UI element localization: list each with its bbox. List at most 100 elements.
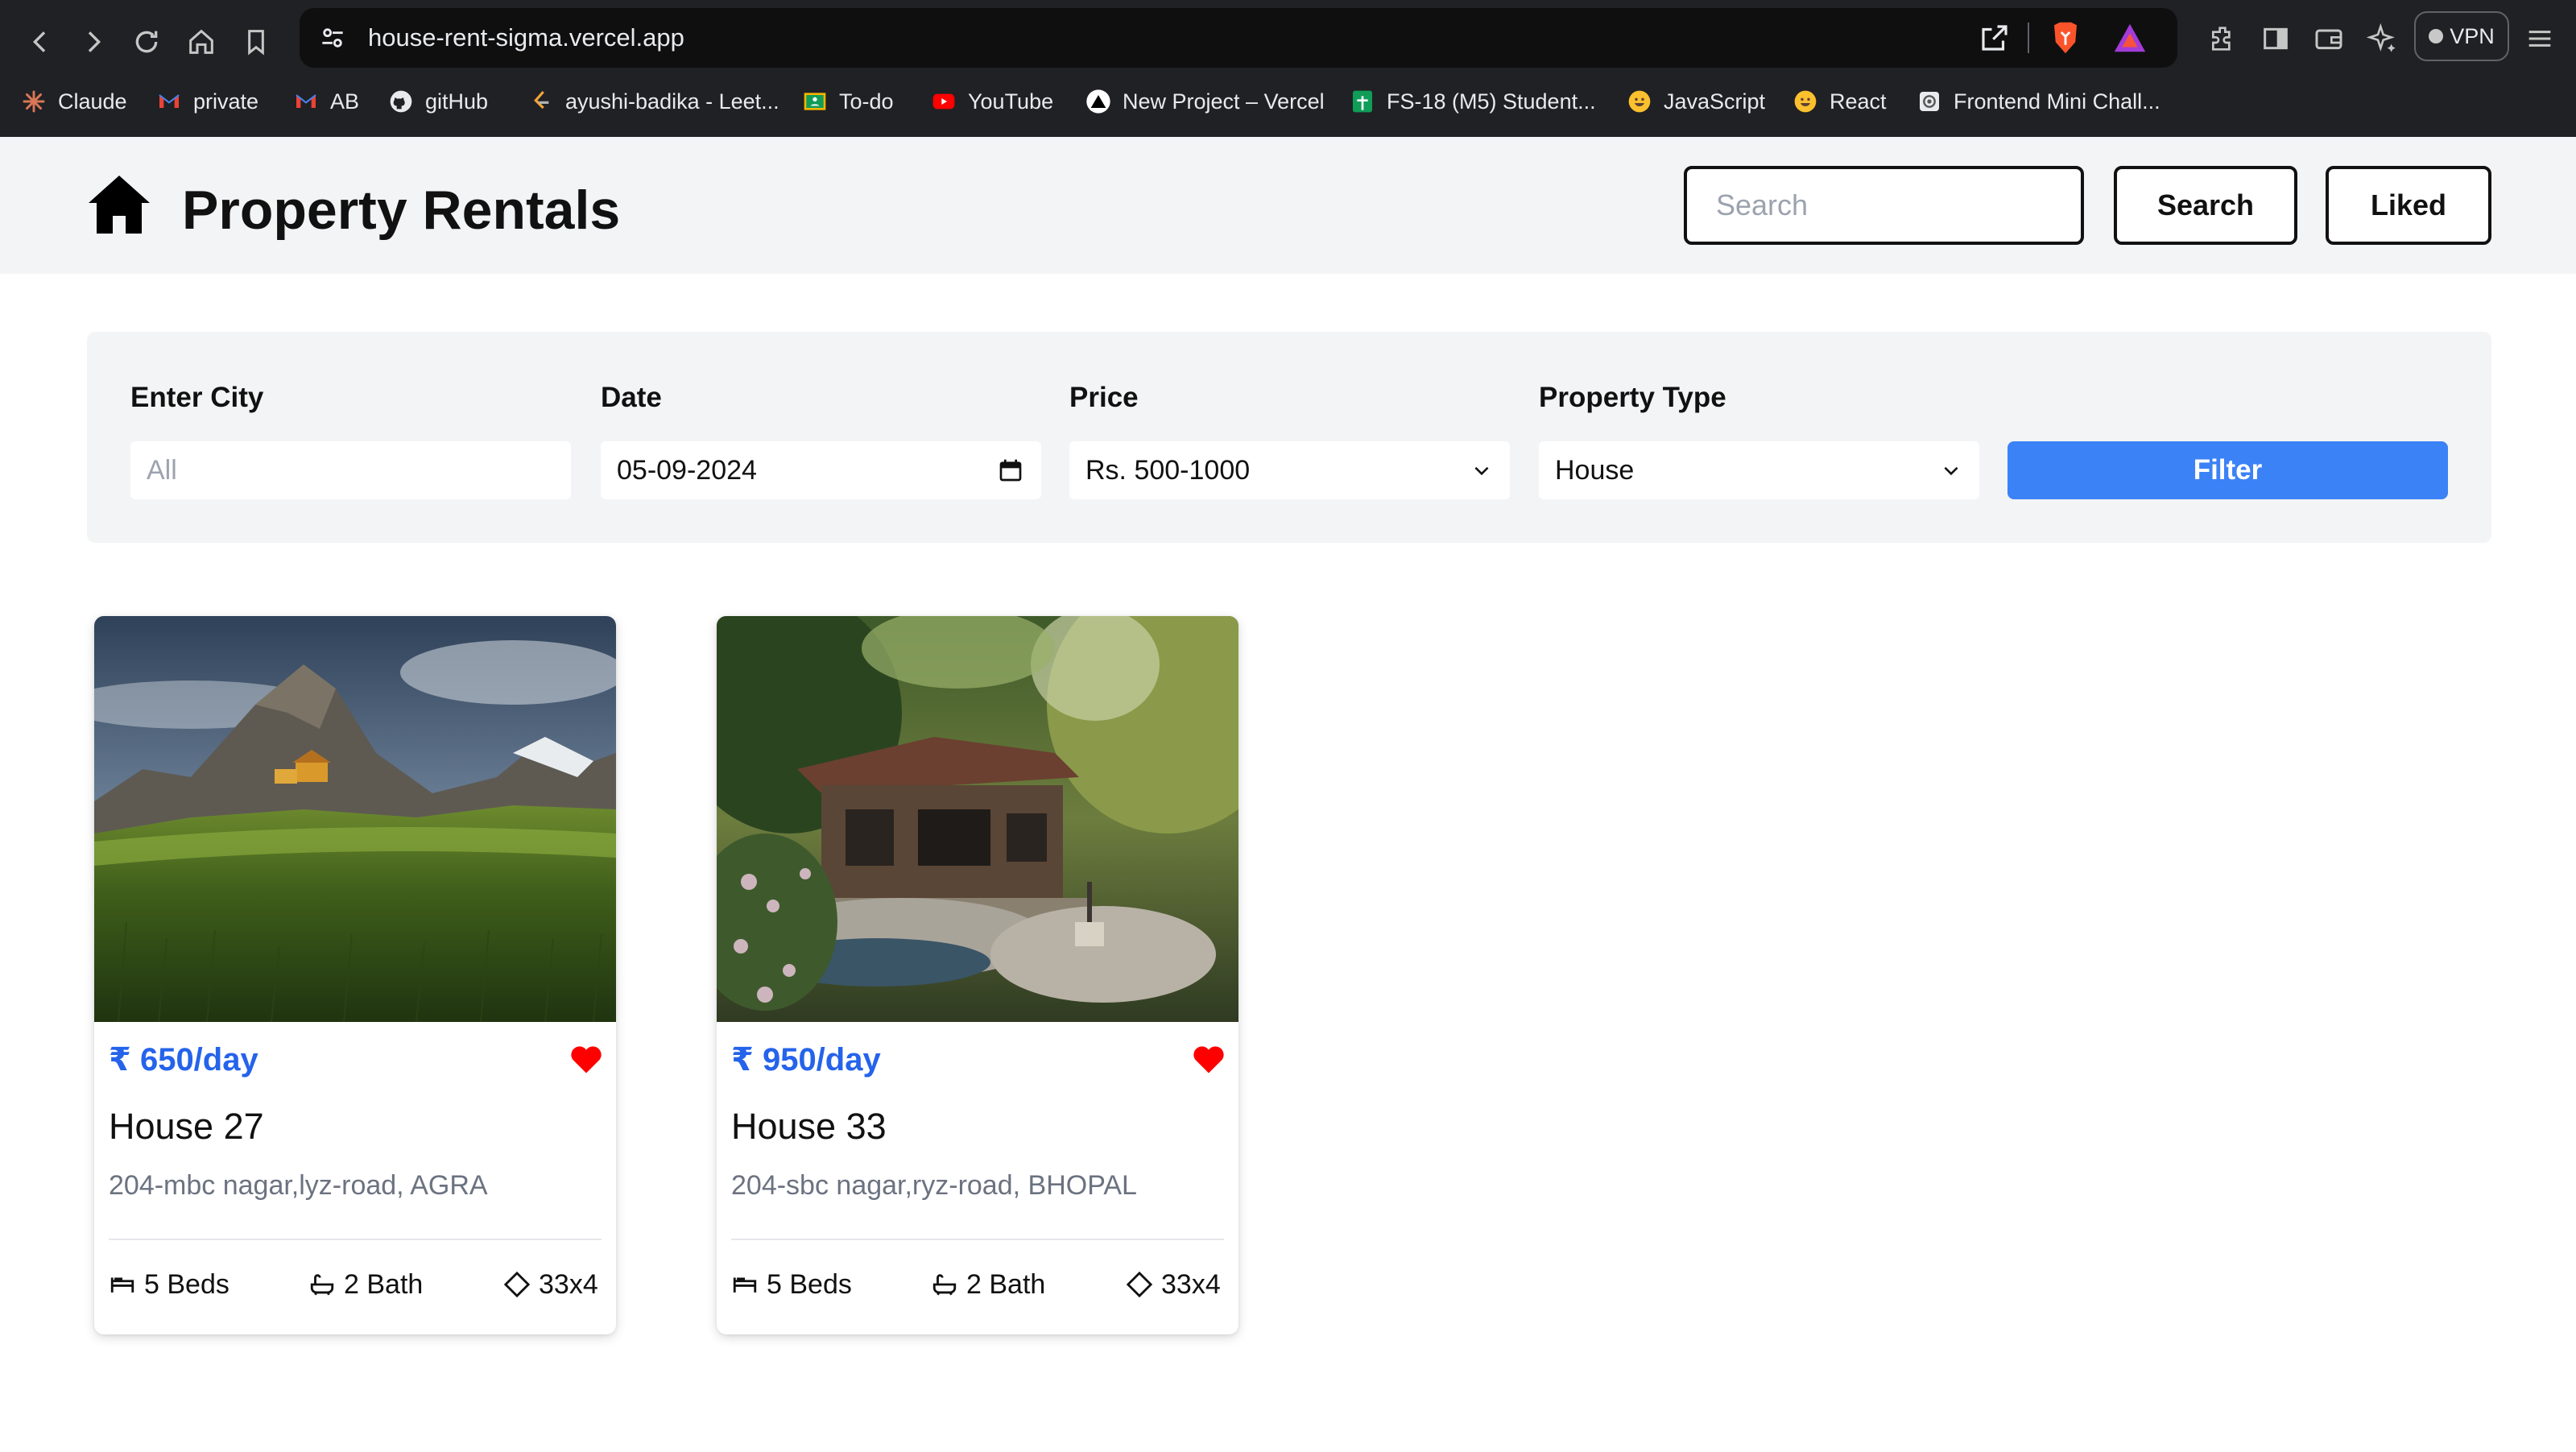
browser-chrome: house-rent-sigma.vercel.app VPN Claude p… (0, 0, 2576, 137)
filter-button[interactable]: Filter (2007, 441, 2448, 499)
property-name: House 27 (109, 1106, 264, 1147)
sheets-icon (1353, 90, 1372, 113)
gmail-icon (296, 94, 316, 108)
sidebar-button[interactable] (2253, 16, 2298, 61)
bookmark-label: Frontend Mini Chall... (1954, 89, 2160, 114)
site-settings-icon[interactable] (317, 23, 348, 53)
bookmark-claude[interactable]: Claude (21, 76, 127, 127)
bookmark-label: gitHub (425, 89, 489, 114)
bookmark-frontend-mini[interactable]: Frontend Mini Chall... (1916, 76, 2160, 127)
bath-icon (310, 1274, 334, 1296)
bookmark-ab[interactable]: AB (293, 76, 359, 127)
home-icon (89, 176, 150, 234)
brave-shield-icon[interactable] (2049, 19, 2082, 56)
home-outline-icon (189, 29, 213, 54)
city-input[interactable]: All (130, 441, 571, 499)
date-value: 05-09-2024 (617, 454, 757, 486)
youtube-icon (932, 93, 955, 110)
property-price: ₹ 950/day (731, 1042, 881, 1078)
page-icon (1920, 92, 1939, 111)
wallet-icon (2315, 29, 2342, 50)
chevron-down-icon (1944, 466, 1958, 476)
bookmark-label: AB (330, 89, 360, 114)
price-select[interactable]: Rs. 500-1000 (1069, 441, 1510, 499)
price-value: Rs. 500-1000 (1085, 454, 1251, 486)
url-divider (2028, 23, 2029, 53)
city-placeholder: All (147, 454, 177, 486)
chevron-down-icon (1474, 466, 1489, 476)
bookmark-private[interactable]: private (156, 76, 258, 127)
bookmark-vercel[interactable]: New Project – Vercel (1085, 76, 1325, 127)
bed-icon (733, 1277, 757, 1293)
home-button[interactable] (176, 16, 227, 68)
property-card[interactable]: ₹ 950/day House 33 204-sbc nagar,ryz-roa… (717, 616, 1238, 1334)
forward-button[interactable] (68, 16, 119, 68)
beds-label: 5 Beds (144, 1268, 229, 1300)
bookmark-youtube[interactable]: YouTube (931, 76, 1053, 127)
property-type-label: Property Type (1539, 382, 1726, 413)
url-text: house-rent-sigma.vercel.app (368, 23, 684, 52)
back-button[interactable] (14, 16, 66, 68)
size-info: 33x4 (1126, 1265, 1221, 1304)
emoji-icon (1794, 90, 1817, 113)
liked-button[interactable]: Liked (2326, 166, 2491, 245)
property-price: ₹ 650/day (109, 1042, 258, 1078)
page-title: Property Rentals (182, 180, 621, 241)
address-bar[interactable]: house-rent-sigma.vercel.app (300, 8, 2177, 68)
classroom-icon (804, 93, 826, 110)
reload-button[interactable] (121, 16, 172, 68)
property-name: House 33 (731, 1106, 887, 1147)
extensions-button[interactable] (2200, 16, 2245, 61)
bookmark-label: New Project – Vercel (1123, 89, 1325, 114)
calendar-icon[interactable] (998, 457, 1023, 483)
reload-icon (135, 31, 158, 53)
search-input[interactable] (1684, 166, 2084, 245)
size-info: 33x4 (503, 1265, 598, 1304)
property-address: 204-sbc nagar,ryz-road, BHOPAL (731, 1170, 1137, 1201)
bookmark-label: JavaScript (1664, 89, 1766, 114)
site-header: Property Rentals Search Liked (0, 137, 2576, 274)
bookmark-label: To-do (839, 89, 894, 114)
card-divider (109, 1239, 602, 1240)
brave-rewards-icon[interactable] (2111, 19, 2148, 56)
bookmark-label: private (193, 89, 259, 114)
property-type-select[interactable]: House (1539, 441, 1979, 499)
bookmark-todo[interactable]: To-do (802, 76, 894, 127)
bath-info: 2 Bath (931, 1265, 1045, 1304)
bookmark-leetcode[interactable]: ayushi-badika - Leet... (528, 76, 779, 127)
size-label: 33x4 (1161, 1268, 1221, 1300)
date-input[interactable]: 05-09-2024 (601, 441, 1041, 499)
search-button[interactable]: Search (2114, 166, 2297, 245)
bookmark-label: FS-18 (M5) Student... (1387, 89, 1596, 114)
menu-button[interactable] (2517, 16, 2562, 61)
heart-icon[interactable] (569, 1043, 603, 1075)
bookmark-javascript[interactable]: JavaScript (1627, 76, 1765, 127)
bookmark-icon (248, 30, 264, 56)
vpn-button[interactable]: VPN (2414, 11, 2509, 61)
leo-ai-button[interactable] (2359, 16, 2404, 61)
bath-icon (932, 1274, 957, 1296)
date-label: Date (601, 382, 662, 413)
bookmark-button[interactable] (230, 16, 282, 68)
bookmark-github[interactable]: gitHub (388, 76, 488, 127)
emoji-icon (1628, 90, 1651, 113)
puzzle-icon (2212, 27, 2231, 51)
property-image (94, 616, 616, 1022)
bookmark-fs18[interactable]: FS-18 (M5) Student... (1350, 76, 1596, 127)
wallet-button[interactable] (2306, 16, 2351, 61)
share-icon[interactable] (1978, 21, 2012, 55)
bath-info: 2 Bath (308, 1265, 423, 1304)
sparkle-icon (2366, 23, 2396, 52)
property-card[interactable]: ₹ 650/day House 27 204-mbc nagar,lyz-roa… (94, 616, 616, 1334)
leetcode-icon (534, 90, 549, 110)
vpn-label: VPN (2450, 23, 2495, 48)
diamond-icon (503, 1271, 531, 1298)
bookmark-react[interactable]: React (1792, 76, 1887, 127)
beds-info: 5 Beds (731, 1265, 852, 1304)
bookmark-label: ayushi-badika - Leet... (565, 89, 779, 114)
heart-icon[interactable] (1192, 1043, 1226, 1075)
github-icon (390, 90, 412, 113)
city-label: Enter City (130, 382, 264, 413)
bath-label: 2 Bath (966, 1268, 1046, 1300)
property-address: 204-mbc nagar,lyz-road, AGRA (109, 1170, 488, 1201)
